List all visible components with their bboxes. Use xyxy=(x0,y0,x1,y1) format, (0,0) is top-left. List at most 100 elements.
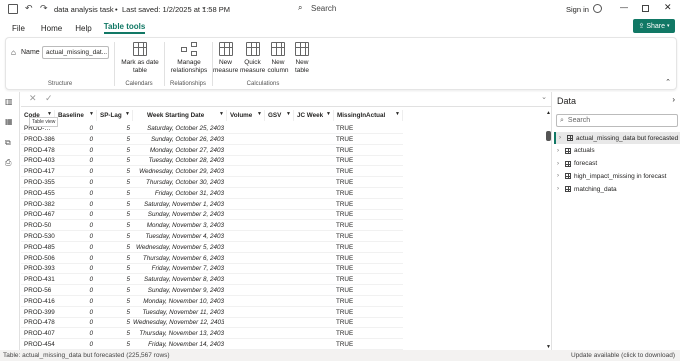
model-view-icon[interactable]: ⧉ xyxy=(5,138,15,148)
table-cell[interactable]: TRUE xyxy=(336,285,396,296)
table-cell[interactable]: PROD-506 xyxy=(24,253,56,264)
undo-icon[interactable]: ↶ xyxy=(25,3,33,14)
dropdown-icon[interactable]: ▼ xyxy=(326,111,331,117)
maximize-icon[interactable] xyxy=(642,5,649,12)
table-row[interactable]: PROD-382 0 5 Saturday, November 1, 2403 TRUE xyxy=(21,199,403,210)
table-cell[interactable]: TRUE xyxy=(336,220,396,231)
table-cell[interactable]: Sunday, November 2, 2403 xyxy=(133,209,224,220)
table-cell[interactable]: PROD-386 xyxy=(24,134,56,145)
manage-relationships-button[interactable]: Manage relationships xyxy=(167,42,211,74)
table-cell[interactable]: PROD-56 xyxy=(24,285,56,296)
chevron-right-icon[interactable]: › xyxy=(557,173,565,179)
table-cell[interactable]: TRUE xyxy=(336,134,396,145)
table-cell[interactable]: 5 xyxy=(97,231,130,242)
table-row[interactable]: PROD-485 0 5 Wednesday, November 5, 2403 TRU… xyxy=(21,242,403,253)
table-cell[interactable]: 0 xyxy=(55,296,93,307)
table-cell[interactable]: PROD-478 xyxy=(24,145,56,156)
table-cell[interactable]: TRUE xyxy=(336,123,396,134)
col-header-baseline[interactable]: Baseline ▼ xyxy=(55,110,97,121)
table-cell[interactable]: TRUE xyxy=(336,263,396,274)
table-cell[interactable]: 0 xyxy=(55,155,93,166)
table-row[interactable]: PROD-50 0 5 Monday, November 3, 2403 TRUE xyxy=(21,220,403,232)
table-row[interactable]: PROD-416 0 5 Monday, November 10, 2403 TRUE xyxy=(21,296,403,307)
table-cell[interactable]: Thursday, October 30, 2403 xyxy=(133,177,224,188)
table-cell[interactable]: 0 xyxy=(55,177,93,188)
table-cell[interactable]: 0 xyxy=(55,188,93,199)
table-cell[interactable]: 5 xyxy=(97,123,130,134)
save-icon[interactable] xyxy=(8,4,18,14)
table-cell[interactable]: PROD-485 xyxy=(24,242,56,253)
table-cell[interactable]: Monday, November 10, 2403 xyxy=(133,296,224,307)
table-cell[interactable]: Wednesday, November 12, 2403 xyxy=(133,317,224,328)
collapse-pane-icon[interactable]: › xyxy=(672,95,675,104)
table-cell[interactable]: 5 xyxy=(97,285,130,296)
signin-link[interactable]: Sign in xyxy=(566,5,589,14)
table-row[interactable]: PROD-403 0 5 Tuesday, October 28, 2403 TRUE xyxy=(21,155,403,167)
table-cell[interactable]: TRUE xyxy=(336,317,396,328)
menu-file[interactable]: File xyxy=(12,24,25,33)
table-cell[interactable]: PROD-382 xyxy=(24,199,56,210)
collapse-ribbon-icon[interactable]: ⌃ xyxy=(665,78,671,86)
table-cell[interactable]: PROD-393 xyxy=(24,263,56,274)
dropdown-icon[interactable]: ▼ xyxy=(125,111,130,117)
table-cell[interactable]: TRUE xyxy=(336,166,396,177)
new-measure-button[interactable]: New measure xyxy=(213,42,238,74)
table-cell[interactable]: TRUE xyxy=(336,188,396,199)
table-row[interactable]: PROD-530 0 5 Tuesday, November 4, 2403 TRUE xyxy=(21,231,403,242)
table-cell[interactable]: Saturday, November 1, 2403 xyxy=(133,199,224,210)
table-cell[interactable]: TRUE xyxy=(336,209,396,220)
table-cell[interactable]: Monday, November 3, 2403 xyxy=(133,220,224,231)
table-row[interactable]: PROD-506 0 5 Thursday, November 6, 2403 TRUE xyxy=(21,253,403,264)
table-cell[interactable]: 5 xyxy=(97,253,130,264)
table-row[interactable]: PROD-386 0 5 Sunday, October 26, 2403 TRUE xyxy=(21,134,403,145)
table-cell[interactable]: TRUE xyxy=(336,177,396,188)
table-cell[interactable]: 5 xyxy=(97,177,130,188)
table-view-icon[interactable]: ▦ xyxy=(5,117,15,127)
table-cell[interactable]: Wednesday, November 5, 2403 xyxy=(133,242,224,253)
table-cell[interactable]: 0 xyxy=(55,123,93,134)
chevron-right-icon[interactable]: › xyxy=(557,186,565,192)
table-cell[interactable]: PROD-416 xyxy=(24,296,56,307)
table-cell[interactable]: 5 xyxy=(97,339,130,350)
table-cell[interactable]: Sunday, October 26, 2403 xyxy=(133,134,224,145)
new-column-button[interactable]: New column xyxy=(267,42,289,74)
table-cell[interactable]: 5 xyxy=(97,145,130,156)
table-cell[interactable]: TRUE xyxy=(336,328,396,339)
table-cell[interactable]: 0 xyxy=(55,231,93,242)
data-table-item[interactable]: › actual_missing_data but forecasted xyxy=(554,132,680,144)
table-cell[interactable]: PROD-530 xyxy=(24,231,56,242)
col-header-jc-week[interactable]: JC Week ▼ xyxy=(294,110,334,121)
table-cell[interactable]: PROD-50 xyxy=(24,220,56,231)
table-row[interactable]: PROD-454 0 5 Friday, November 14, 2403 TRUE xyxy=(21,339,403,350)
menu-home[interactable]: Home xyxy=(41,24,62,33)
table-cell[interactable]: Tuesday, October 28, 2403 xyxy=(133,155,224,166)
table-cell[interactable]: Friday, October 31, 2403 xyxy=(133,188,224,199)
table-cell[interactable]: 5 xyxy=(97,242,130,253)
expand-formula-icon[interactable]: ⌄ xyxy=(541,93,547,101)
table-cell[interactable]: TRUE xyxy=(336,145,396,156)
data-table-item[interactable]: › high_impact_missing in forecast xyxy=(557,170,667,182)
commit-formula-icon[interactable]: ✓ xyxy=(45,93,53,104)
table-cell[interactable]: 5 xyxy=(97,317,130,328)
table-cell[interactable]: Thursday, November 13, 2403 xyxy=(133,328,224,339)
chevron-down-icon[interactable]: ⌄ xyxy=(201,3,207,11)
col-header-missing-in-actual[interactable]: MissingInActual ▼ xyxy=(334,110,403,121)
table-row[interactable]: PROD-417 0 5 Wednesday, October 29, 2403 TRU… xyxy=(21,166,403,178)
table-cell[interactable]: PROD-455 xyxy=(24,188,56,199)
table-cell[interactable]: Saturday, October 25, 2403 xyxy=(133,123,224,134)
table-cell[interactable]: 0 xyxy=(55,220,93,231)
cancel-formula-icon[interactable]: ✕ xyxy=(29,93,37,104)
table-cell[interactable]: PROD-407 xyxy=(24,328,56,339)
table-cell[interactable]: Friday, November 14, 2403 xyxy=(133,339,224,350)
table-row[interactable]: PROD-431 0 5 Saturday, November 8, 2403 TRUE xyxy=(21,274,403,286)
table-cell[interactable]: 5 xyxy=(97,209,130,220)
table-cell[interactable]: PROD-355 xyxy=(24,177,56,188)
table-cell[interactable]: TRUE xyxy=(336,155,396,166)
table-cell[interactable]: 5 xyxy=(97,274,130,285)
col-header-sp-lag[interactable]: SP-Lag ▼ xyxy=(97,110,133,121)
table-cell[interactable]: Tuesday, November 4, 2403 xyxy=(133,231,224,242)
table-cell[interactable]: TRUE xyxy=(336,253,396,264)
dropdown-icon[interactable]: ▼ xyxy=(257,111,262,117)
table-cell[interactable]: PROD-403 xyxy=(24,155,56,166)
dropdown-icon[interactable]: ▼ xyxy=(89,111,94,117)
